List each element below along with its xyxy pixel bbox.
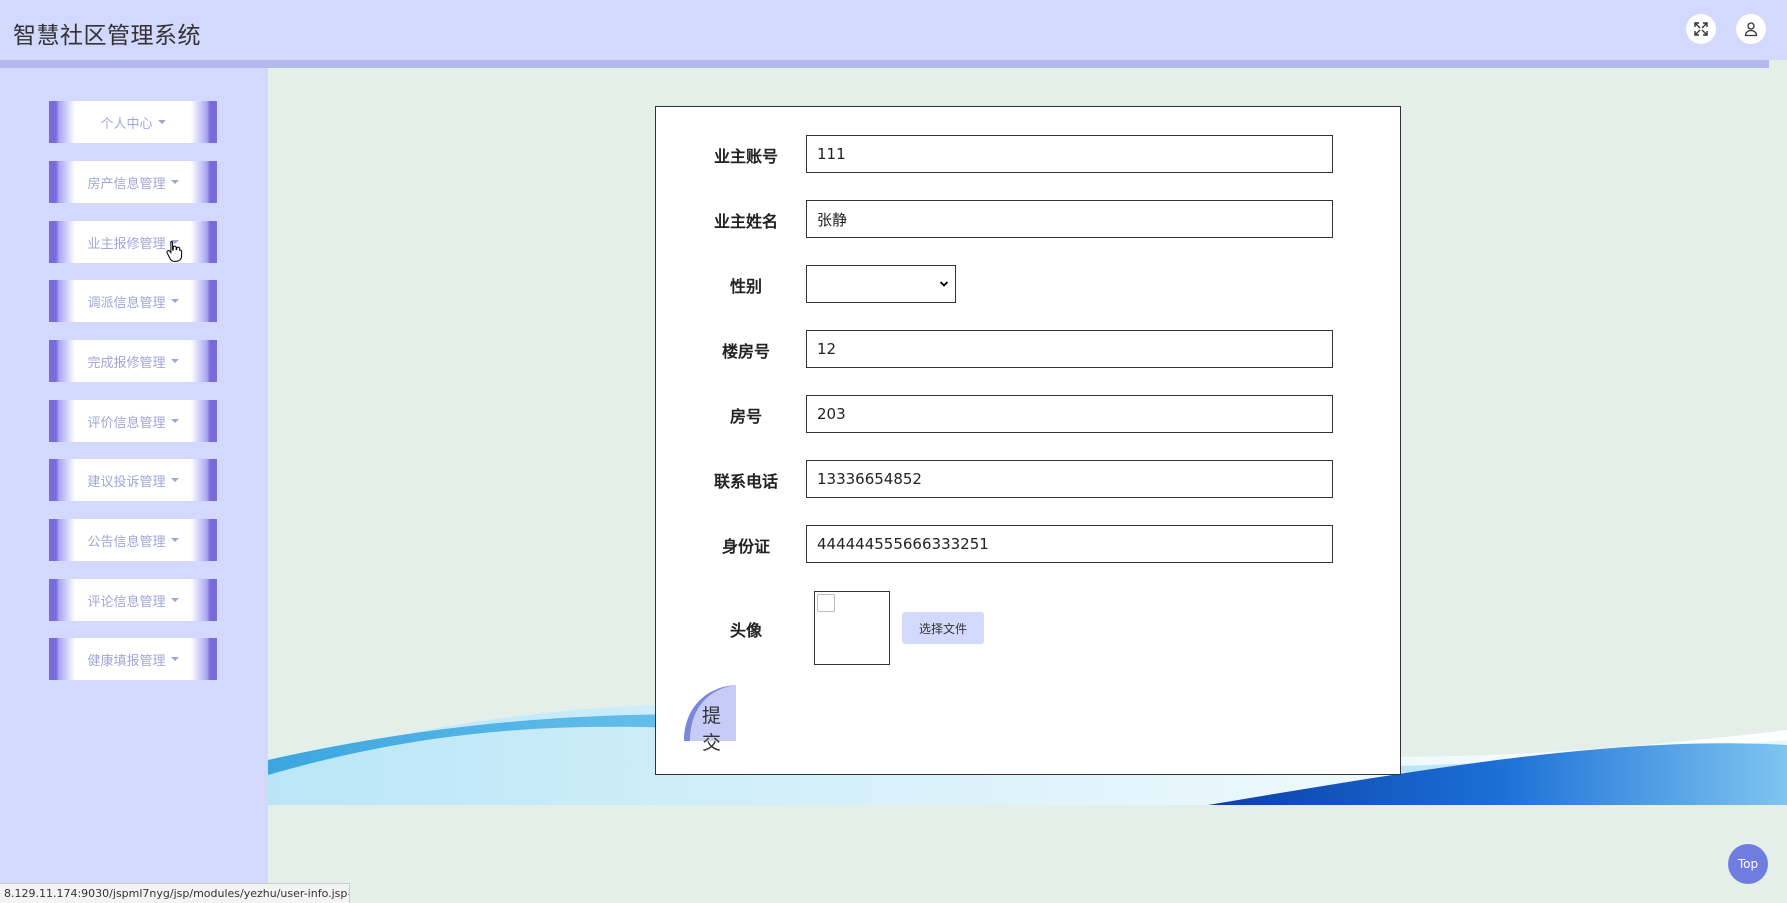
phone-input[interactable] — [806, 460, 1333, 498]
sidebar-item-label: 房产信息管理 — [87, 176, 166, 192]
choose-file-button[interactable]: 选择文件 — [902, 612, 984, 644]
name-input[interactable] — [806, 200, 1333, 238]
user-button[interactable] — [1736, 14, 1766, 44]
sidebar-item-repair-requests[interactable]: 业主报修管理 — [49, 221, 217, 263]
sidebar-item-health-reports[interactable]: 健康填报管理 — [49, 638, 217, 680]
caret-down-icon — [170, 657, 179, 661]
sidebar-item-personal-center[interactable]: 个人中心 — [49, 101, 217, 143]
user-info-form: 业主账号 业主姓名 性别 楼房号 房号 联系电话 身份证 头像 选择文件 提交 — [655, 106, 1401, 775]
phone-label: 联系电话 — [713, 472, 778, 491]
gender-select[interactable] — [806, 265, 956, 303]
status-bar-url: 8.129.11.174:9030/jspml7nyg/jsp/modules/… — [0, 883, 350, 903]
idcard-input[interactable] — [806, 525, 1333, 563]
sidebar-item-complaints[interactable]: 建议投诉管理 — [49, 459, 217, 501]
building-label: 楼房号 — [721, 342, 770, 361]
broken-image-icon — [817, 594, 835, 612]
sidebar-item-property-info[interactable]: 房产信息管理 — [49, 161, 217, 203]
caret-down-icon — [170, 598, 179, 602]
sidebar-item-label: 评论信息管理 — [87, 594, 166, 610]
room-label: 房号 — [729, 407, 762, 426]
avatar-preview — [814, 591, 890, 665]
submit-label: 提交 — [702, 705, 722, 754]
sidebar-item-evaluations[interactable]: 评价信息管理 — [49, 400, 217, 442]
back-to-top-button[interactable]: Top — [1728, 844, 1768, 884]
sidebar-item-label: 业主报修管理 — [87, 236, 166, 252]
caret-down-icon — [170, 538, 179, 542]
avatar-label: 头像 — [729, 621, 762, 640]
caret-down-icon — [170, 180, 179, 184]
caret-down-icon — [170, 419, 179, 423]
caret-down-icon — [157, 120, 166, 124]
sidebar-item-completed-repairs[interactable]: 完成报修管理 — [49, 340, 217, 382]
account-label: 业主账号 — [713, 147, 778, 166]
building-input[interactable] — [806, 330, 1333, 368]
caret-down-icon — [170, 299, 179, 303]
caret-down-icon — [170, 478, 179, 482]
sidebar-item-comments[interactable]: 评论信息管理 — [49, 579, 217, 621]
sidebar-item-dispatch-info[interactable]: 调派信息管理 — [49, 280, 217, 322]
submit-button[interactable]: 提交 — [684, 685, 736, 754]
name-label: 业主姓名 — [713, 212, 778, 231]
sidebar-item-label: 调派信息管理 — [87, 295, 166, 311]
idcard-label: 身份证 — [721, 537, 770, 556]
caret-down-icon — [170, 359, 179, 363]
fullscreen-button[interactable] — [1686, 14, 1716, 44]
gender-label: 性别 — [729, 277, 762, 296]
app-title: 智慧社区管理系统 — [13, 23, 201, 49]
sidebar-item-label: 公告信息管理 — [87, 534, 166, 550]
header-bar: 智慧社区管理系统 — [0, 0, 1787, 60]
header-divider — [0, 60, 1769, 68]
sidebar-item-label: 个人中心 — [100, 116, 153, 132]
sidebar-item-announcements[interactable]: 公告信息管理 — [49, 519, 217, 561]
expand-icon — [1694, 22, 1708, 36]
hand-cursor-icon — [166, 240, 183, 262]
account-input[interactable] — [806, 135, 1333, 173]
room-input[interactable] — [806, 395, 1333, 433]
sidebar-item-label: 健康填报管理 — [87, 653, 166, 669]
sidebar-item-label: 评价信息管理 — [87, 415, 166, 431]
sidebar-item-label: 建议投诉管理 — [87, 474, 166, 490]
sidebar-item-label: 完成报修管理 — [87, 355, 166, 371]
user-icon — [1744, 22, 1758, 37]
chevron-down-icon — [939, 281, 949, 287]
